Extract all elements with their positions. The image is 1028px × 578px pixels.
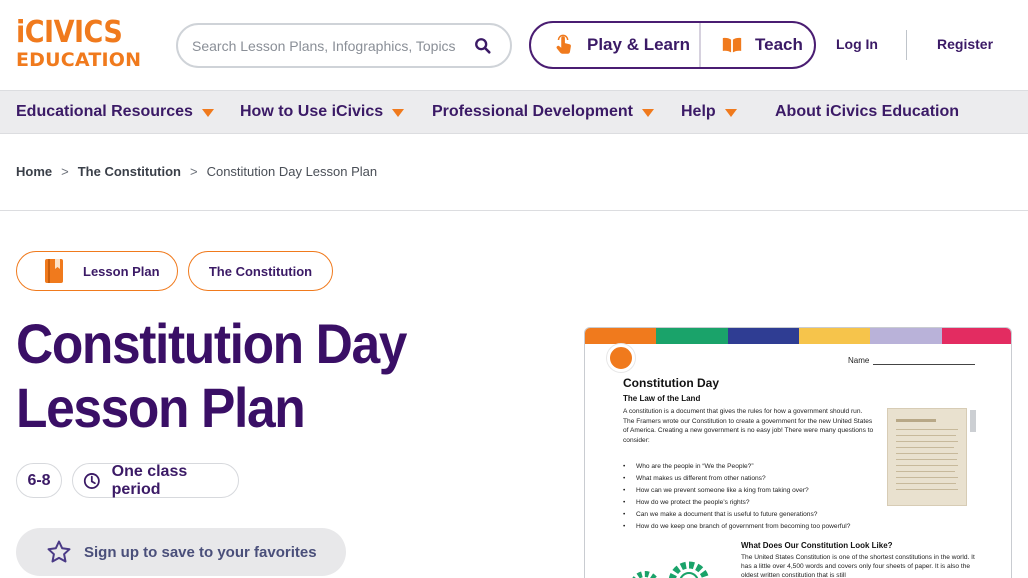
doc-section2-text: The United States Constitution is one of…	[741, 554, 975, 578]
lesson-book-icon	[45, 259, 63, 283]
topic-tag[interactable]: The Constitution	[188, 251, 333, 291]
parchment-line	[896, 471, 955, 472]
doc-question-list: Who are the people in “We the People?” W…	[623, 461, 875, 533]
parchment-line	[896, 419, 936, 422]
play-learn-label: Play & Learn	[587, 35, 690, 54]
breadcrumb-separator: >	[189, 164, 198, 179]
lesson-plan-tag-label: Lesson Plan	[83, 263, 160, 279]
caret-down-icon	[724, 108, 737, 117]
save-favorites-button[interactable]: Sign up to save to your favorites	[16, 528, 346, 576]
breadcrumb-separator: >	[61, 164, 69, 179]
doc-name-label: Name	[848, 356, 870, 365]
page-title: Constitution Day Lesson Plan	[16, 312, 494, 440]
doc-question: What makes us different from other natio…	[623, 473, 875, 485]
star-icon	[47, 540, 71, 563]
constitution-parchment-image	[887, 408, 967, 506]
star-badge-icon	[607, 344, 635, 372]
color-band-strip	[585, 328, 1011, 344]
breadcrumb-home[interactable]: Home	[16, 164, 52, 179]
lesson-preview-image[interactable]: Name Constitution Day The Law of the Lan…	[584, 327, 1012, 578]
doc-intro: A constitution is a document that gives …	[623, 408, 874, 444]
nav-label: About iCivics Education	[775, 103, 960, 120]
logo-subtitle: EDUCATION	[16, 49, 142, 71]
doc-question: Who are the people in “We the People?”	[623, 461, 875, 473]
doc-question: Can we make a document that is useful to…	[623, 509, 875, 521]
doc-subtitle: The Law of the Land	[623, 394, 701, 403]
teach-label: Teach	[755, 35, 803, 54]
nav-label: Educational Resources	[16, 103, 193, 120]
breadcrumb-the-constitution[interactable]: The Constitution	[78, 164, 181, 179]
hand-pointer-icon	[556, 34, 571, 54]
doc-title: Constitution Day	[623, 376, 719, 390]
parchment-line	[896, 489, 958, 490]
nav-item-how-to-use[interactable]: How to Use iCivics	[240, 91, 405, 133]
main-nav: Educational Resources How to Use iCivics…	[0, 90, 1028, 134]
grade-label: 6-8	[27, 471, 51, 489]
nav-item-help[interactable]: Help	[681, 91, 737, 133]
doc-question: How do we keep one branch of government …	[623, 521, 875, 533]
doc-question: How do we protect the people’s rights?	[623, 497, 875, 509]
image-credit	[970, 410, 976, 432]
nav-label: How to Use iCivics	[240, 103, 384, 120]
color-band	[941, 328, 1011, 344]
duration-badge: One class period	[72, 463, 239, 498]
teach-button[interactable]: Teach	[699, 23, 816, 67]
nav-item-about[interactable]: About iCivics Education	[775, 91, 959, 133]
nav-label: Professional Development	[432, 103, 633, 120]
site-header: iCIVICS EDUCATION Play & Learn Teach Log…	[0, 0, 1028, 90]
color-band	[798, 328, 871, 344]
caret-down-icon	[392, 108, 405, 117]
color-band	[656, 328, 728, 344]
parchment-line	[896, 441, 958, 442]
caret-down-icon	[641, 108, 654, 117]
caret-down-icon	[201, 108, 214, 117]
gears-illustration-icon	[632, 561, 710, 578]
clock-icon	[83, 472, 100, 489]
search-icon[interactable]	[474, 37, 492, 55]
grade-badge: 6-8	[16, 463, 62, 498]
parchment-line	[896, 465, 958, 466]
color-band	[585, 328, 657, 344]
parchment-line	[896, 435, 956, 436]
search-box	[176, 23, 512, 68]
parchment-line	[896, 429, 958, 430]
logo-wordmark: iCIVICS	[16, 15, 123, 50]
topic-tag-label: The Constitution	[208, 263, 313, 279]
doc-name-line	[873, 364, 975, 365]
doc-section2-title: What Does Our Constitution Look Like?	[741, 541, 893, 550]
color-band	[727, 328, 799, 344]
nav-item-professional-development[interactable]: Professional Development	[432, 91, 654, 133]
parchment-line	[896, 477, 958, 478]
duration-label: One class period	[111, 462, 188, 498]
open-book-icon	[722, 37, 742, 53]
parchment-line	[896, 459, 957, 460]
parchment-line	[896, 453, 958, 454]
page-title-line2: Lesson Plan	[16, 376, 306, 439]
mode-switcher: Play & Learn Teach	[529, 21, 816, 69]
breadcrumb: Home > The Constitution > Constitution D…	[16, 164, 377, 179]
parchment-line	[896, 483, 956, 484]
color-band	[870, 328, 942, 344]
icivics-logo[interactable]: iCIVICS EDUCATION	[16, 18, 160, 72]
section-divider	[0, 210, 1028, 211]
search-input[interactable]	[192, 34, 464, 58]
lesson-plan-tag[interactable]: Lesson Plan	[16, 251, 178, 291]
breadcrumb-current: Constitution Day Lesson Plan	[206, 164, 378, 179]
nav-label: Help	[681, 103, 716, 120]
save-favorites-label: Sign up to save to your favorites	[84, 543, 317, 561]
register-link[interactable]: Register	[937, 36, 993, 52]
header-divider	[906, 30, 907, 60]
play-learn-button[interactable]: Play & Learn	[553, 23, 699, 67]
nav-item-educational-resources[interactable]: Educational Resources	[16, 91, 214, 133]
page-title-line1: Constitution Day	[16, 312, 407, 375]
parchment-line	[896, 447, 954, 448]
doc-question: How can we prevent someone like a king f…	[623, 485, 875, 497]
login-link[interactable]: Log In	[836, 36, 878, 52]
